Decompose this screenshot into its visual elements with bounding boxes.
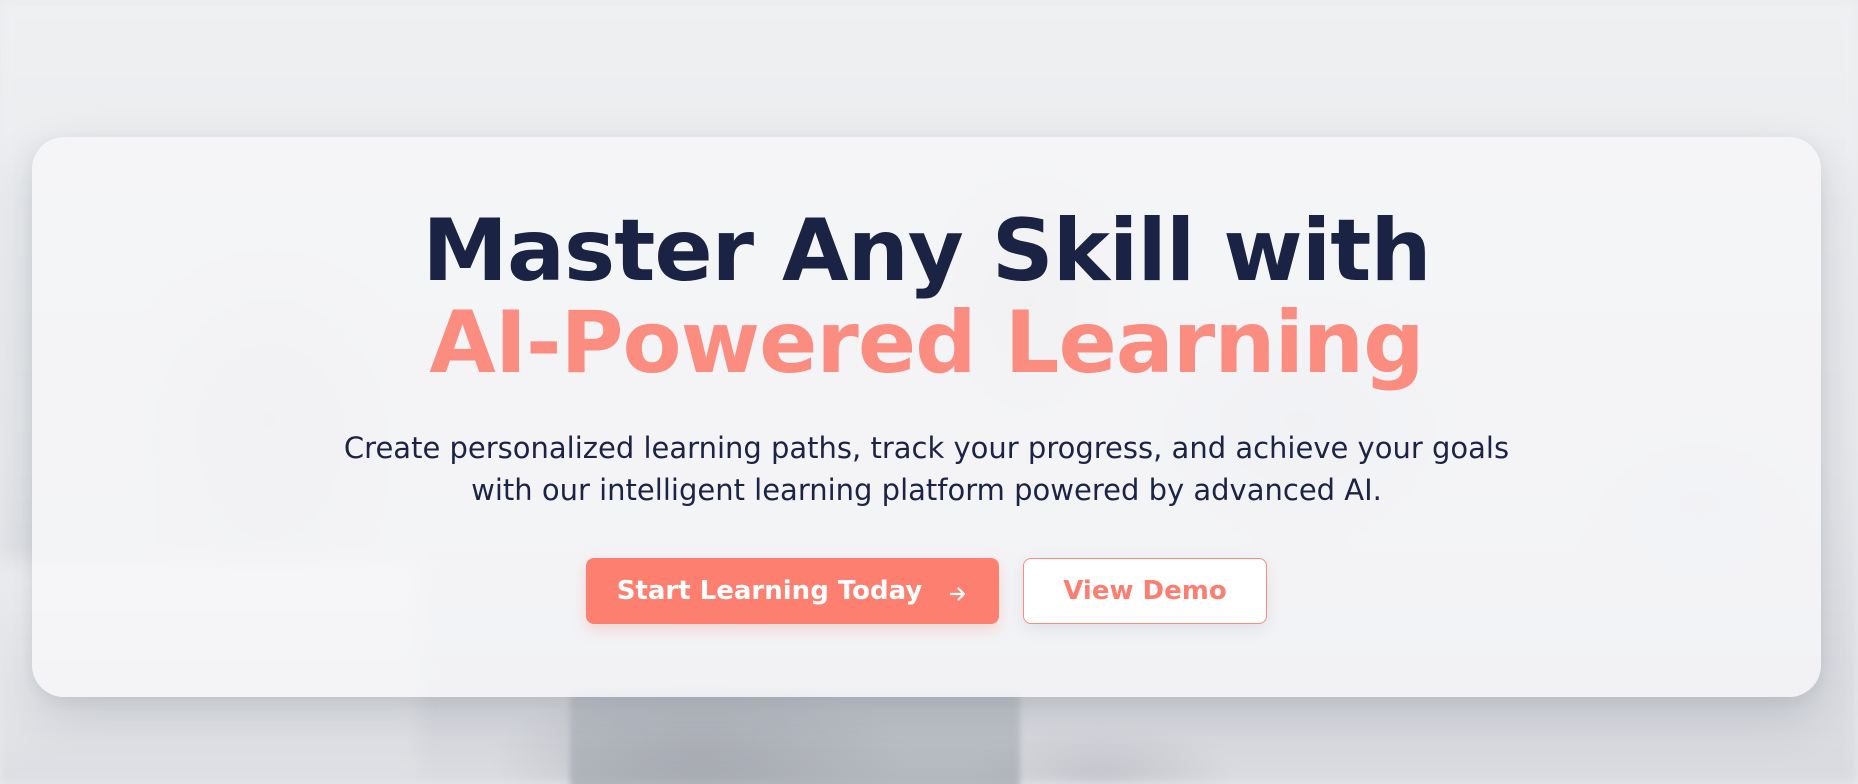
view-demo-label: View Demo bbox=[1063, 576, 1227, 606]
headline-line1: Master Any Skill with bbox=[422, 201, 1431, 301]
start-learning-button[interactable]: Start Learning Today bbox=[586, 558, 999, 624]
background-laptop bbox=[570, 690, 1020, 784]
hero-card: Master Any Skill with AI-Powered Learnin… bbox=[32, 137, 1821, 697]
subtitle-line1: Create personalized learning paths, trac… bbox=[343, 431, 1510, 465]
start-learning-label: Start Learning Today bbox=[616, 576, 923, 606]
view-demo-button[interactable]: View Demo bbox=[1023, 558, 1267, 624]
hero-headline: Master Any Skill with AI-Powered Learnin… bbox=[32, 205, 1821, 389]
hero-actions: Start Learning Today View Demo bbox=[32, 558, 1821, 624]
headline-line2-accent: AI-Powered Learning bbox=[429, 293, 1424, 393]
arrow-right-icon bbox=[948, 581, 968, 601]
hero-subtitle: Create personalized learning paths, trac… bbox=[32, 427, 1821, 511]
subtitle-line2: with our intelligent learning platform p… bbox=[471, 473, 1382, 507]
